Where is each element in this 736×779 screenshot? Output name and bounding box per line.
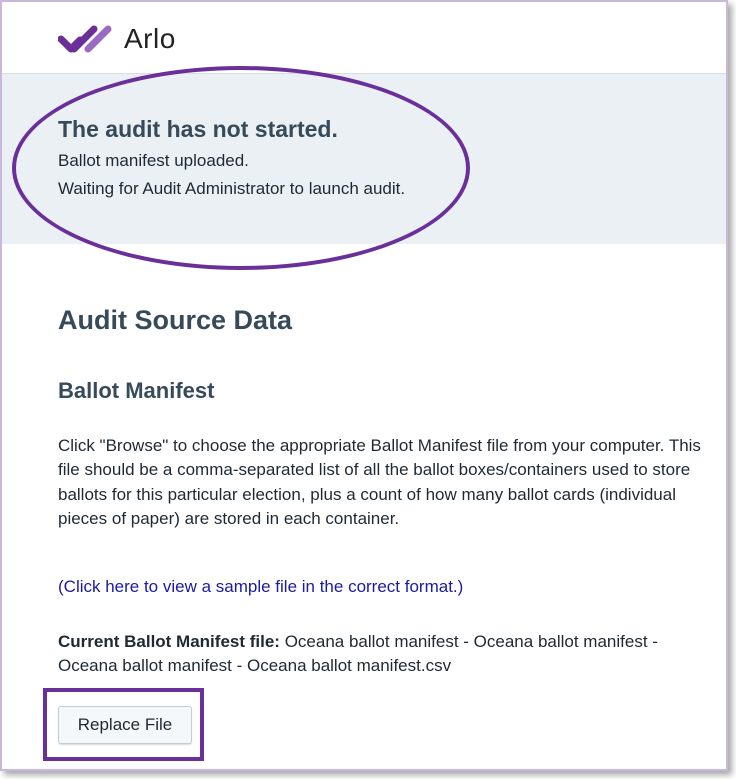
page-title: Audit Source Data <box>58 305 293 335</box>
logo[interactable]: Arlo <box>58 21 176 57</box>
app-header: Arlo <box>2 2 726 74</box>
status-title: The audit has not started. <box>58 116 338 142</box>
current-file-label: Current Ballot Manifest file: <box>58 632 280 651</box>
status-message-waiting: Waiting for Audit Administrator to launc… <box>58 179 406 198</box>
audit-status-panel: The audit has not started. Ballot manife… <box>2 74 726 244</box>
status-message-upload: Ballot manifest uploaded. <box>58 151 249 170</box>
app-window: Arlo The audit has not started. Ballot m… <box>0 0 728 771</box>
section-title: Ballot Manifest <box>58 378 215 403</box>
replace-file-button[interactable]: Replace File <box>58 706 192 744</box>
arlo-logo-icon <box>58 22 114 56</box>
current-manifest-file: Current Ballot Manifest file: Oceana bal… <box>58 630 678 678</box>
logo-text: Arlo <box>124 23 176 54</box>
manifest-instructions: Click "Browse" to choose the appropriate… <box>58 436 701 529</box>
sample-file-link[interactable]: (Click here to view a sample file in the… <box>58 577 463 597</box>
